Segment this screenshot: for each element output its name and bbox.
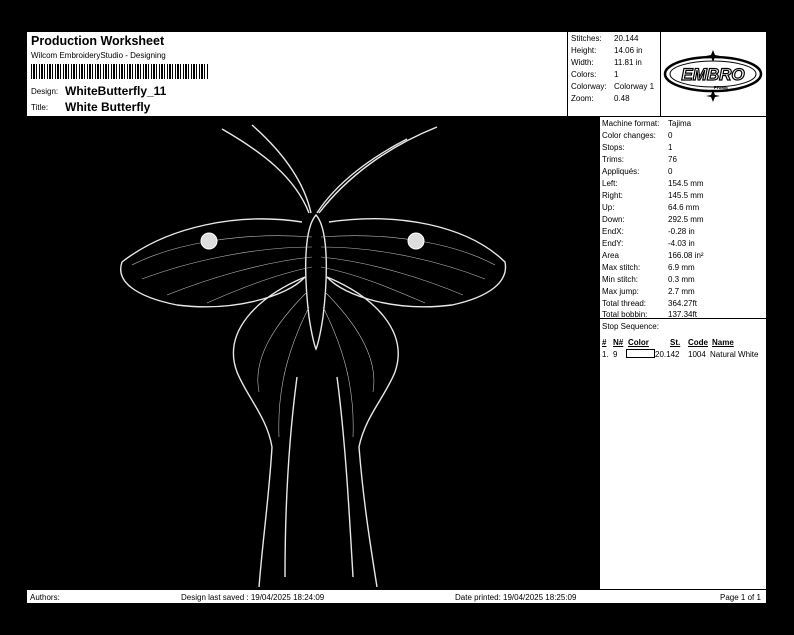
stop-stitches: 20.142 [655, 350, 680, 359]
design-preview [27, 117, 599, 589]
col-header-color: Color [628, 338, 649, 347]
stat-row: EndX: -0.28 in [602, 227, 695, 236]
embro-logo-icon: EMBRO PRIME [663, 50, 763, 102]
stat-row: Max stitch: 6.9 mm [602, 263, 695, 272]
col-header-name: Name [712, 338, 734, 347]
barcode [31, 64, 209, 79]
stat-row: Stops: 1 [602, 143, 673, 152]
stat-row: Down: 292.5 mm [602, 215, 704, 224]
summary-row: Width: 11.81 in [571, 58, 642, 67]
col-header-num: # [602, 338, 607, 347]
moth-illustration [120, 124, 507, 588]
stat-row: Right: 145.5 mm [602, 191, 704, 200]
col-header-code: Code [688, 338, 708, 347]
summary-row: Height: 14.06 in [571, 46, 643, 55]
stat-row: Area 166.08 in² [602, 251, 704, 260]
logo-text: EMBRO [681, 65, 744, 84]
page-title: Production Worksheet [31, 34, 165, 48]
stop-sequence: Stop Sequence: # N# Color St. Code Name … [599, 319, 766, 589]
color-swatch [626, 349, 655, 358]
stat-row: Machine format: Tajima [602, 119, 692, 128]
stat-row: Left: 154.5 mm [602, 179, 704, 188]
design-label: Design: [31, 87, 59, 96]
stop-num: 1. [602, 350, 609, 359]
stop-sequence-title: Stop Sequence: [602, 322, 659, 331]
stat-row: Max jump: 2.7 mm [602, 287, 695, 296]
stitch-statistics: Machine format: Tajima Color changes: 0 St… [599, 117, 766, 319]
last-saved: Design last saved : 19/04/2025 18:24:09 [181, 593, 325, 602]
design-name: WhiteButterfly_11 [65, 84, 167, 98]
title-label: Title: [31, 103, 49, 112]
stat-row: Trims: 76 [602, 155, 677, 164]
stat-row: Min stitch: 0.3 mm [602, 275, 695, 284]
footer: Authors: Design last saved : 19/04/2025 … [27, 589, 766, 604]
worksheet: Production Worksheet Wilcom EmbroiderySt… [26, 31, 767, 604]
authors-label: Authors: [30, 593, 60, 602]
summary-row: Stitches: 20.144 [571, 34, 639, 43]
summary-panel: Stitches: 20.144 Height: 14.06 in Width: 11… [568, 32, 661, 117]
date-printed: Date printed: 19/04/2025 18:25:09 [455, 593, 577, 602]
stat-row: Total thread: 364.27ft [602, 299, 697, 308]
design-row: Design: WhiteButterfly_11 [31, 84, 166, 98]
header-info: Production Worksheet Wilcom EmbroiderySt… [27, 32, 568, 117]
stop-color-name: Natural White [710, 350, 759, 359]
summary-row: Colors: 1 [571, 70, 619, 79]
summary-row: Colorway: Colorway 1 [571, 82, 655, 91]
stat-row: Color changes: 0 [602, 131, 673, 140]
summary-row: Zoom: 0.48 [571, 94, 630, 103]
stat-row: Total bobbin: 137.34ft [602, 310, 697, 319]
stat-row: Up: 64.6 mm [602, 203, 700, 212]
software-subtitle: Wilcom EmbroideryStudio - Designing [31, 51, 166, 60]
page-number: Page 1 of 1 [720, 593, 761, 602]
title-row: Title: White Butterfly [31, 100, 150, 114]
col-header-needle: N# [613, 338, 624, 347]
design-title: White Butterfly [65, 100, 151, 114]
brand-logo: EMBRO PRIME [661, 32, 766, 117]
stop-code: 1004 [688, 350, 706, 359]
col-header-stitches: St. [670, 338, 681, 347]
stat-row: Appliqués: 0 [602, 167, 673, 176]
stat-row: EndY: -4.03 in [602, 239, 695, 248]
stop-needle: 9 [613, 350, 618, 359]
logo-subtext: PRIME [714, 85, 728, 90]
